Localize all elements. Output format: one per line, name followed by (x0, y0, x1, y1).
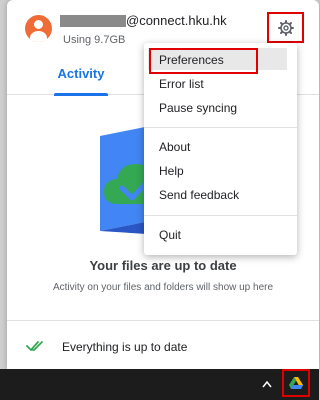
preferences-highlight-box (149, 48, 258, 74)
tray-drive-button[interactable] (282, 369, 310, 397)
tab-activity-label: Activity (57, 66, 105, 81)
sync-status-text: Everything is up to date (62, 340, 188, 354)
avatar-head (34, 20, 43, 29)
menu-divider (144, 215, 297, 216)
storage-usage: Using 9.7GB (63, 34, 126, 46)
google-drive-icon (289, 377, 303, 389)
menu-item-quit[interactable]: Quit (144, 224, 297, 246)
avatar-body (30, 31, 47, 42)
settings-menu: Preferences Error list Pause syncing Abo… (144, 43, 297, 255)
settings-button[interactable] (267, 12, 304, 43)
menu-item-pause-syncing[interactable]: Pause syncing (144, 97, 297, 119)
sync-status-bar: Everything is up to date (7, 320, 319, 369)
caret-up-icon[interactable] (262, 380, 272, 388)
taskbar (0, 369, 319, 400)
avatar[interactable] (25, 15, 52, 42)
menu-item-send-feedback[interactable]: Send feedback (144, 184, 297, 206)
menu-item-help[interactable]: Help (144, 160, 297, 182)
status-subtitle: Activity on your files and folders will … (52, 282, 274, 293)
status-title: Your files are up to date (89, 258, 237, 273)
tab-activity[interactable]: Activity (50, 62, 112, 96)
double-check-icon (26, 341, 43, 351)
menu-divider (144, 127, 297, 128)
menu-item-error-list[interactable]: Error list (144, 73, 297, 95)
account-email: @connect.hku.hk (126, 13, 227, 28)
email-redaction (60, 15, 126, 27)
menu-item-about[interactable]: About (144, 136, 297, 158)
gear-icon (278, 20, 294, 36)
active-tab-indicator (54, 93, 108, 96)
